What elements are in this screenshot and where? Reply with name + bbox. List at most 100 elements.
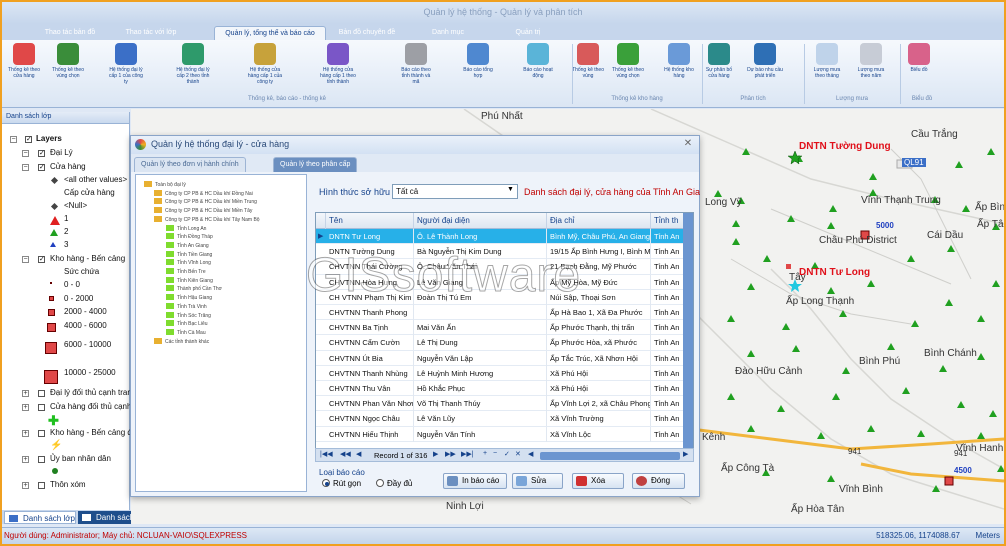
edit-button[interactable]: Sửa xyxy=(512,473,563,489)
add-record-icon[interactable]: + xyxy=(483,450,487,457)
expand-toggle-icon[interactable]: − xyxy=(10,136,17,143)
table-row[interactable]: CHVTNN Thu Vân Hồ Khắc Phục Xã Phú Hội Tỉnh… xyxy=(316,381,693,397)
layer-checkbox[interactable]: ✓ xyxy=(38,256,45,263)
tree-other[interactable]: Các tỉnh thành khác xyxy=(154,337,209,345)
ribbon-tab[interactable]: Thao tác với lớp xyxy=(120,26,182,40)
ribbon-tab[interactable]: Danh mục xyxy=(420,26,476,40)
layer-item[interactable]: Cửa hàng xyxy=(50,162,86,171)
table-row[interactable]: DNTN Tường Dung Bà Nguyễn Thị Kim Dung 19/… xyxy=(316,244,693,260)
expand-toggle-icon[interactable]: + xyxy=(22,456,29,463)
tree-company[interactable]: Công ty CP PB & HC Dầu khí Miền Tây xyxy=(154,207,252,214)
tree-province[interactable]: Tỉnh Bạc Liêu xyxy=(166,320,208,327)
expand-toggle-icon[interactable]: − xyxy=(22,150,29,157)
layer-checkbox[interactable] xyxy=(38,404,45,411)
tree-province[interactable]: Tỉnh Long An xyxy=(166,224,206,232)
last-record-icon[interactable]: ▶▶| xyxy=(461,450,474,458)
ribbon-button[interactable]: Biểu đồ xyxy=(901,43,937,73)
table-row[interactable]: CHVTNN Ngọc Châu Lê Văn Lũy Xã Vĩnh Trường… xyxy=(316,411,693,427)
column-header[interactable]: Địa chỉ xyxy=(547,213,651,229)
expand-toggle-icon[interactable]: − xyxy=(22,256,29,263)
ribbon-button[interactable]: Hệ thống cửa hàng cấp 1 theo tỉnh thành xyxy=(320,43,356,85)
ribbon-button[interactable]: Hệ thống đại lý cấp 2 theo tỉnh thành xyxy=(175,43,211,85)
cancel-record-icon[interactable]: ✕ xyxy=(515,450,521,458)
scroll-right-icon[interactable]: ▶ xyxy=(683,450,688,458)
ribbon-button[interactable]: Thống kê theo vùng xyxy=(570,43,606,79)
ribbon-button[interactable]: Hệ thống đại lý cấp 1 của công ty xyxy=(108,43,144,85)
layer-checkbox[interactable] xyxy=(38,430,45,437)
ribbon-button[interactable]: Thống kê theo vùng chọn xyxy=(610,43,646,79)
expand-toggle-icon[interactable]: + xyxy=(22,482,29,489)
tab-layer-list[interactable]: Danh sách lớp xyxy=(4,511,76,524)
table-row[interactable]: CHVTNN Phan Văn Nhơn Võ Thị Thanh Thúy Ấp … xyxy=(316,396,693,412)
tree-province[interactable]: Tỉnh Tiền Giang xyxy=(166,250,212,258)
map-dealer-label[interactable]: DNTN Tường Dung xyxy=(799,141,891,152)
tree-province[interactable]: Tỉnh Đồng Tháp xyxy=(166,233,213,240)
delete-button[interactable]: Xóa xyxy=(572,473,624,489)
radio-short[interactable]: Rút gọn xyxy=(322,479,361,488)
ribbon-tab[interactable]: Quản trị xyxy=(500,26,556,40)
next-page-icon[interactable]: ▶▶ xyxy=(445,450,456,458)
column-header[interactable]: Người đại diện xyxy=(414,213,547,229)
ribbon-button[interactable]: Dự báo nhu cầu phát triển xyxy=(747,43,783,79)
tree-province[interactable]: Tỉnh An Giang xyxy=(166,241,209,249)
ribbon-button[interactable]: Thống kê theo cửa hàng xyxy=(6,43,42,79)
tree-province[interactable]: Thành phố Cần Thơ xyxy=(166,285,222,292)
tree-company[interactable]: Công ty CP PB & HC Dầu khí Miền Trung xyxy=(154,198,257,205)
layer-checkbox[interactable] xyxy=(38,482,45,489)
expand-toggle-icon[interactable]: + xyxy=(22,430,29,437)
layer-checkbox[interactable]: ✓ xyxy=(38,150,45,157)
ribbon-button[interactable]: Sự phân bố cửa hàng xyxy=(701,43,737,79)
ribbon-button[interactable]: Báo cáo theo tỉnh thành và mã xyxy=(398,43,434,85)
tab-hierarchy[interactable]: Quản lý theo phân cấp xyxy=(273,157,358,172)
layer-item[interactable]: Đại lý đối thủ cạnh tranh xyxy=(50,388,136,397)
tree-province[interactable]: Tỉnh Sóc Trăng xyxy=(166,311,211,319)
layer-checkbox[interactable] xyxy=(38,456,45,463)
column-header[interactable]: Tỉnh th xyxy=(651,213,685,229)
tree-company[interactable]: Công ty CP PB & HC Dầu khí Đồng Nai xyxy=(154,189,253,197)
expand-toggle-icon[interactable]: + xyxy=(22,404,29,411)
layer-item[interactable]: Kho hàng - Bến cảng xyxy=(50,254,125,263)
delete-record-icon[interactable]: − xyxy=(493,450,497,457)
map-dealer-label[interactable]: DNTN Tư Long xyxy=(799,267,870,278)
save-record-icon[interactable]: ✓ xyxy=(504,450,510,458)
expand-toggle-icon[interactable]: + xyxy=(22,390,29,397)
layer-item[interactable]: Đại Lý xyxy=(50,148,73,157)
tree-company[interactable]: Công ty CP PB & HC Dầu khí Tây Nam Bộ xyxy=(154,215,260,223)
radio-full[interactable]: Đầy đủ xyxy=(376,479,412,488)
column-header[interactable]: Tên xyxy=(326,213,414,229)
close-icon[interactable]: ✕ xyxy=(681,138,695,151)
layer-item[interactable]: Ủy ban nhân dân xyxy=(50,454,111,463)
table-row[interactable]: CHVTNN Hiếu Thịnh Nguyễn Văn Tính Xã Vĩnh … xyxy=(316,426,693,442)
ribbon-button[interactable]: Báo cáo hoạt động xyxy=(520,43,556,79)
layer-item[interactable]: Thôn xóm xyxy=(50,480,86,489)
table-row[interactable]: CHVTNN Thanh Phong Ấp Hà Bao 1, Xã Đa Phư… xyxy=(316,305,693,321)
layer-checkbox[interactable]: ✓ xyxy=(25,136,32,143)
ribbon-tab[interactable]: Quản lý, tổng thể và báo cáo xyxy=(214,26,326,40)
tree-root[interactable]: Toàn bộ đại lý xyxy=(144,181,186,188)
close-button[interactable]: Đóng xyxy=(632,473,685,489)
ribbon-button[interactable]: Lượng mưa theo tháng xyxy=(809,43,845,79)
ribbon-button[interactable]: Hệ thống cửa hàng cấp 1 của công ty xyxy=(247,43,283,85)
ribbon-button[interactable]: Báo cáo tổng hợp xyxy=(460,43,496,79)
ribbon-button[interactable]: Thống kê theo vùng chọn xyxy=(50,43,86,79)
ribbon-button[interactable]: Lượng mưa theo năm xyxy=(853,43,889,79)
table-row[interactable]: CH VTNN Phạm Thị Kim EmĐoàn Thị Tú EmNúi… xyxy=(316,289,693,305)
layer-checkbox[interactable]: ✓ xyxy=(38,164,45,171)
tree-province[interactable]: Tỉnh Trà Vinh xyxy=(166,302,207,310)
prev-record-icon[interactable]: ◀ xyxy=(356,450,361,458)
table-row[interactable]: CHVTNN Út Bia Nguyễn Văn Lập Ấp Tắc Trúc, … xyxy=(316,350,693,366)
scroll-left-icon[interactable]: ◀ xyxy=(528,450,533,458)
table-row[interactable]: ▶ DNTN Tư Long Ô. Lê Thành Long Bình Mỹ, Ch… xyxy=(316,229,693,245)
tab-admin-unit[interactable]: Quản lý theo đơn vị hành chính xyxy=(134,157,246,172)
next-record-icon[interactable]: ▶ xyxy=(433,450,438,458)
table-row[interactable]: CHVTNN Hòa Hưng Lê Văn Giang Ấp Mỹ Hòa, Mỹ… xyxy=(316,274,693,290)
layer-item[interactable]: Layers xyxy=(36,134,62,143)
tree-province[interactable]: Tỉnh Kiên Giang xyxy=(166,276,213,284)
ownership-select[interactable]: Tất cả ▼ xyxy=(392,184,518,199)
tree-province[interactable]: Tỉnh Hậu Giang xyxy=(166,294,212,301)
tree-province[interactable]: Tỉnh Cà Mau xyxy=(166,328,206,336)
print-report-button[interactable]: In báo cáo xyxy=(443,473,507,489)
layer-checkbox[interactable] xyxy=(38,390,45,397)
first-record-icon[interactable]: |◀◀ xyxy=(320,450,333,458)
horizontal-scrollbar[interactable] xyxy=(540,452,680,460)
